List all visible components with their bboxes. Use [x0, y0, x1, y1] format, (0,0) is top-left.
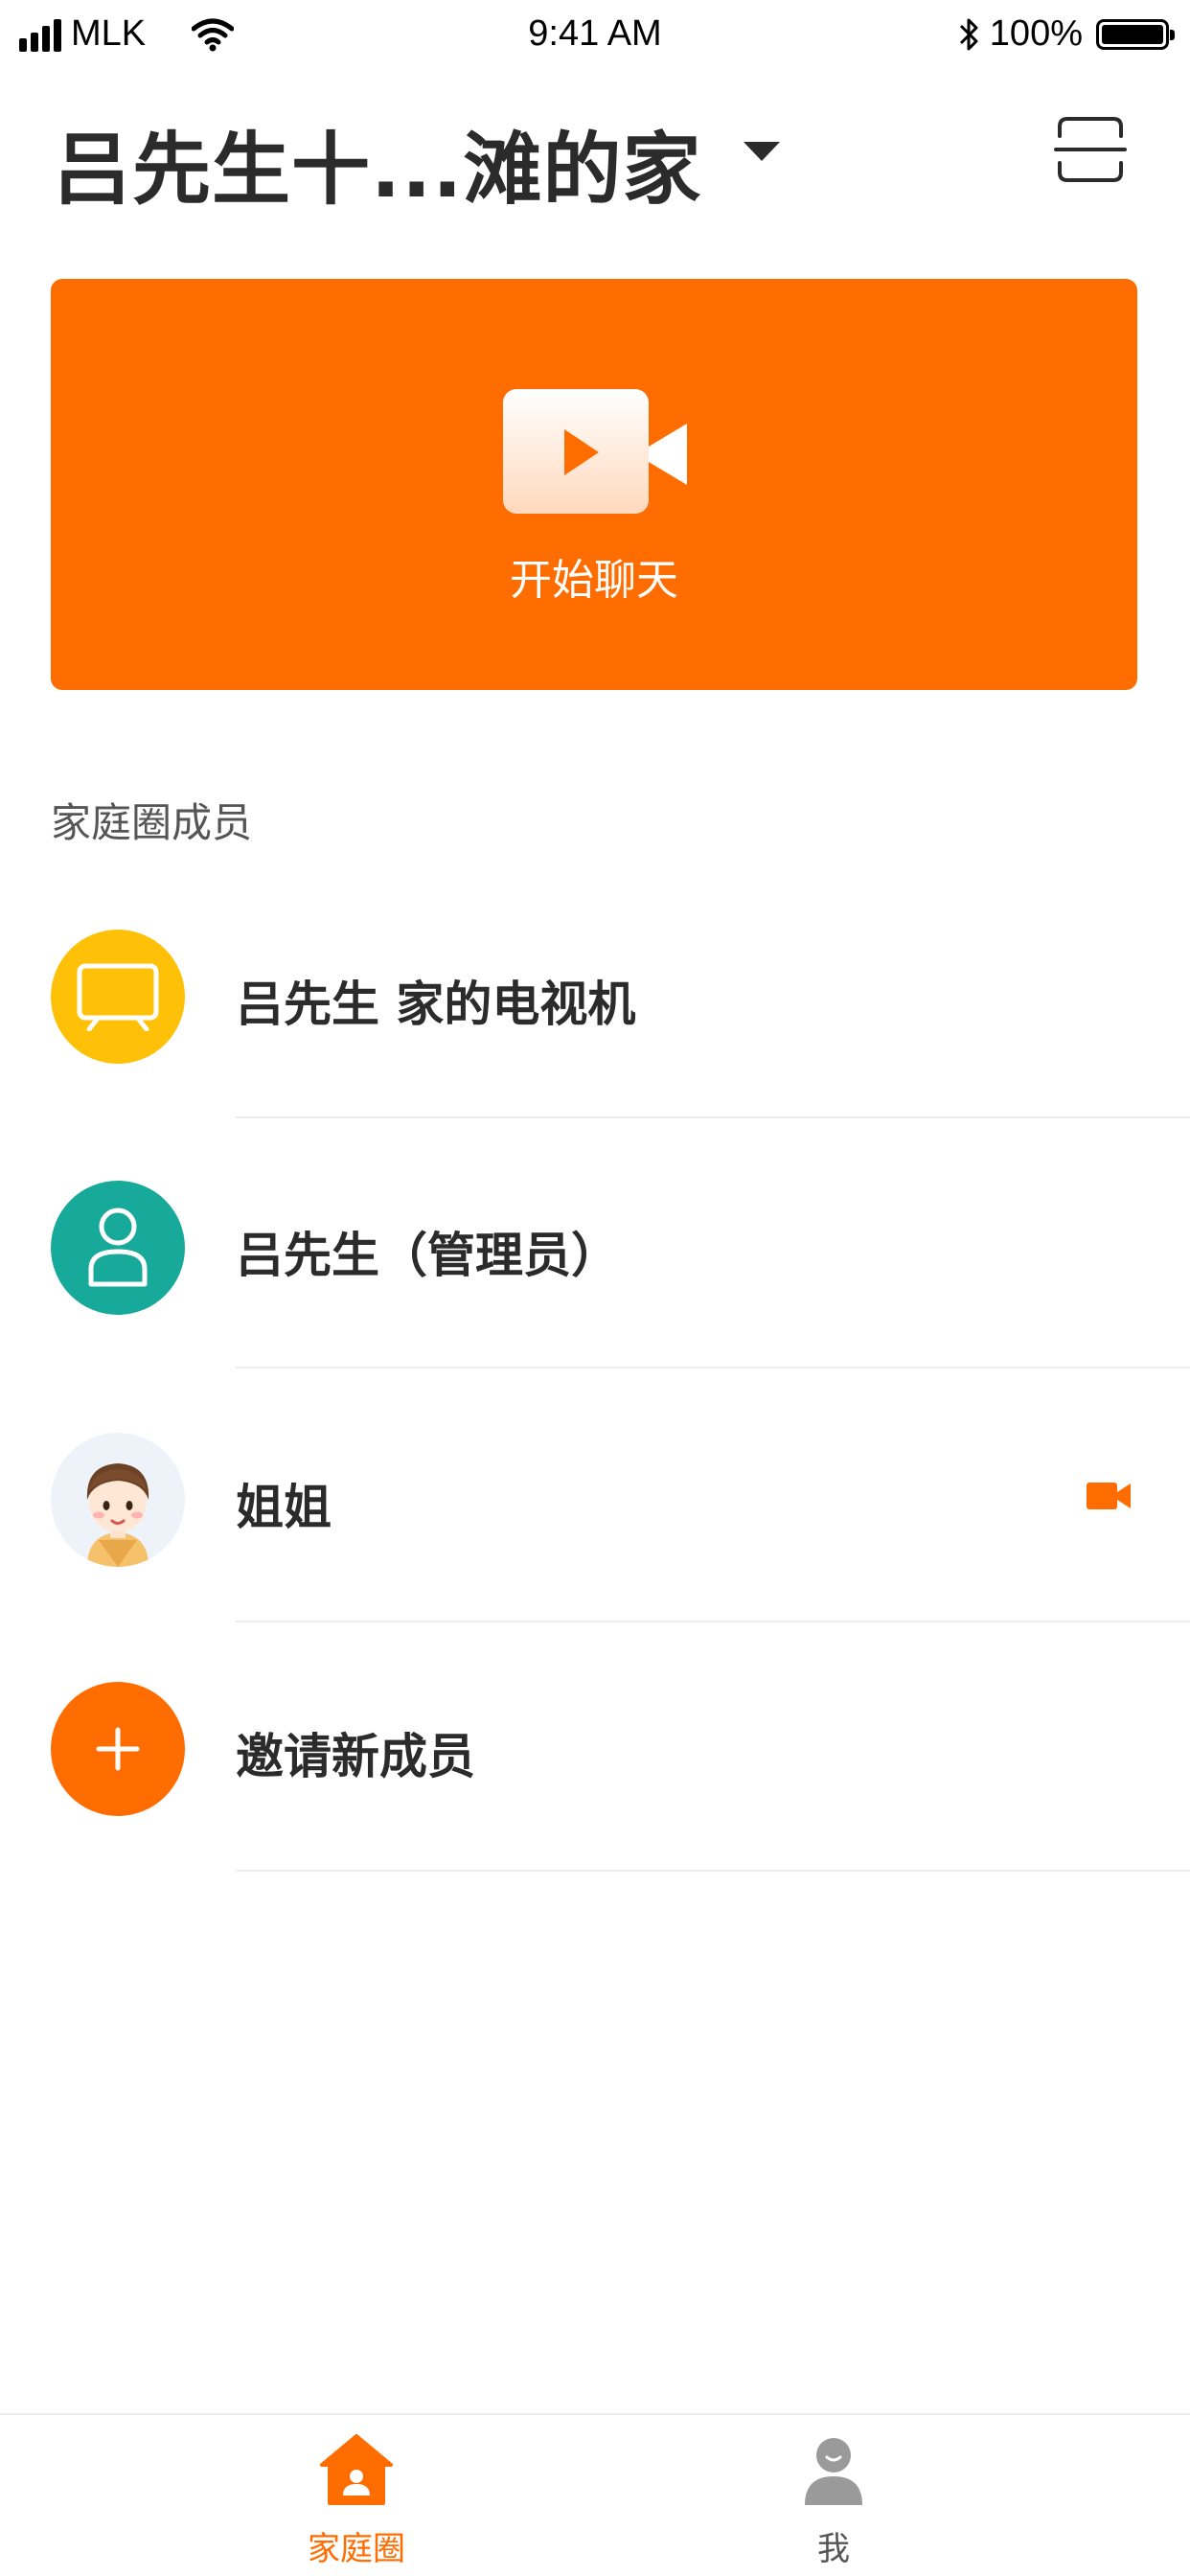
bottom-tab-bar: 家庭圈 我: [0, 2413, 1190, 2576]
video-call-icon[interactable]: [1087, 1479, 1131, 1513]
invite-avatar: [51, 1682, 185, 1816]
member-name: 吕先生 家的电视机: [236, 977, 636, 1032]
member-row-sister[interactable]: 姐姐: [0, 1433, 1190, 1684]
divider: [236, 1870, 1190, 1872]
divider: [236, 1367, 1190, 1368]
battery-percent: 100%: [989, 13, 1083, 54]
member-row-tv[interactable]: 吕先生 家的电视机: [0, 930, 1190, 1181]
plus-icon: [96, 1727, 140, 1771]
girl-avatar-illustration: [86, 1463, 149, 1567]
bluetooth-icon: [959, 18, 978, 50]
home-icon: [320, 2434, 393, 2505]
profile-icon: [805, 2438, 862, 2505]
admin-avatar: [51, 1181, 185, 1315]
tv-avatar: [51, 930, 185, 1064]
girl-avatar: [51, 1433, 185, 1567]
section-title: 家庭圈成员: [51, 799, 253, 846]
tab-label: 家庭圈: [308, 2530, 405, 2568]
tab-label: 我: [817, 2530, 850, 2568]
start-chat-card[interactable]: 开始聊天: [51, 279, 1137, 690]
tab-family[interactable]: 家庭圈: [213, 2415, 500, 2576]
status-right: 100%: [957, 13, 1175, 55]
tv-icon: [77, 963, 159, 1031]
member-name: 吕先生（管理员）: [236, 1228, 619, 1283]
scan-icon[interactable]: [1054, 113, 1127, 186]
member-row-admin[interactable]: 吕先生（管理员）: [0, 1181, 1190, 1432]
divider: [236, 1621, 1190, 1622]
invite-label: 邀请新成员: [236, 1729, 475, 1784]
divider: [236, 1116, 1190, 1118]
member-name: 姐姐: [236, 1480, 332, 1535]
video-camera-icon: [503, 389, 687, 514]
caret-down-icon[interactable]: [744, 142, 780, 161]
person-icon: [88, 1208, 148, 1287]
family-title[interactable]: 吕先生十...滩的家: [53, 105, 701, 219]
invite-member-row[interactable]: 邀请新成员: [0, 1682, 1190, 1933]
battery-icon: [1096, 18, 1175, 50]
status-bar: MLK 9:41 AM 100%: [0, 0, 1190, 72]
start-chat-label: 开始聊天: [510, 556, 678, 605]
tab-me[interactable]: 我: [690, 2415, 977, 2576]
